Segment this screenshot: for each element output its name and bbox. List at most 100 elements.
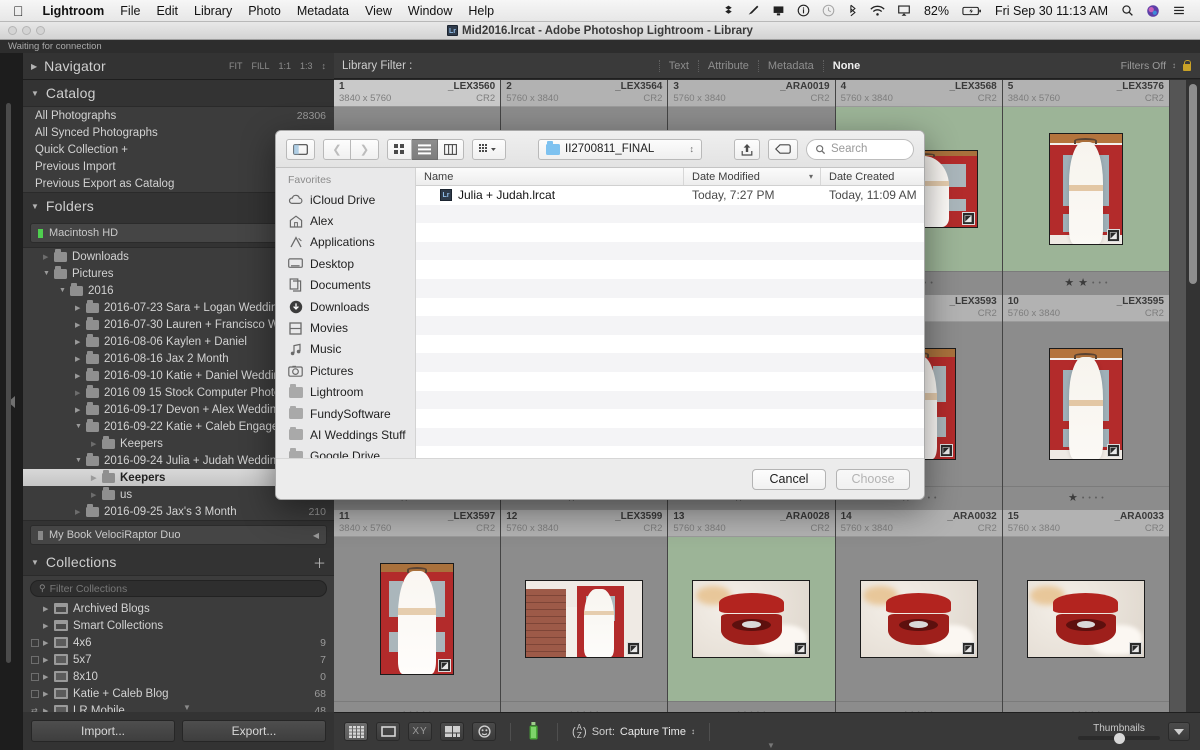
airplay-icon[interactable] <box>891 4 917 17</box>
navigator-header[interactable]: ▶ Navigator FIT FILL 1:1 1:3 ↕ <box>23 53 334 79</box>
left-panel-scrollbar[interactable] <box>6 103 11 663</box>
grid-cell[interactable]: 14 _ARA0032 5760 x 3840 CR2 ◪ ••••• <box>835 510 1003 712</box>
menu-item-library[interactable]: Library <box>186 4 240 18</box>
photo-thumbnail[interactable]: ◪ <box>1048 348 1123 460</box>
zoom-fit[interactable]: FIT <box>229 61 243 71</box>
zoom-1-1[interactable]: 1:1 <box>278 61 291 71</box>
finder-sidebar-item[interactable]: Movies <box>276 317 415 338</box>
back-button[interactable]: ❮ <box>323 138 351 160</box>
develop-badge-icon[interactable]: ◪ <box>961 642 975 655</box>
disclosure-triangle-icon[interactable]: ▶ <box>91 440 102 448</box>
filter-collections-input[interactable]: ⚲ Filter Collections <box>30 580 327 597</box>
plus-icon[interactable]: ＋ <box>313 553 326 572</box>
develop-badge-icon[interactable]: ◪ <box>1106 229 1120 242</box>
photo-thumbnail[interactable]: ◪ <box>1026 580 1145 658</box>
cell-rating[interactable]: ★ ★ • • • <box>1002 271 1169 295</box>
collection-checkbox[interactable] <box>31 638 39 647</box>
disclosure-triangle-icon[interactable]: ▶ <box>43 622 54 630</box>
left-panel-collapse-handle[interactable] <box>0 53 22 750</box>
library-filter-tab-metadata[interactable]: Metadata <box>757 59 823 72</box>
choose-button[interactable]: Choose <box>836 468 910 490</box>
disclosure-triangle-icon[interactable]: ▶ <box>75 508 86 516</box>
star-empty-icon[interactable]: • <box>1101 493 1103 504</box>
develop-badge-icon[interactable]: ◪ <box>438 659 452 672</box>
display-icon[interactable] <box>766 4 791 17</box>
path-stepper-icon[interactable]: ↕ <box>690 144 695 154</box>
photo-thumbnail[interactable]: ◪ <box>859 580 978 658</box>
cell-thumbnail-area[interactable]: ◪ <box>334 537 501 701</box>
cell-rating[interactable]: ••••• <box>668 701 835 712</box>
chevron-left-icon[interactable]: ◀ <box>313 531 319 540</box>
folder-tree-item[interactable]: ▶ 2016-09-25 Jax's 3 Month 210 <box>23 503 334 520</box>
star-empty-icon[interactable]: • <box>934 493 936 504</box>
import-button[interactable]: Import... <box>31 720 175 742</box>
library-filter-tab-text[interactable]: Text <box>658 59 698 72</box>
grid-cell[interactable]: 10 _LEX3595 5760 x 3840 CR2 ◪ ★ • • • • <box>1002 295 1170 510</box>
sort-stepper-icon[interactable]: ↕ <box>691 727 695 736</box>
star-empty-icon[interactable]: • <box>1092 278 1094 289</box>
finder-sidebar-item[interactable]: Music <box>276 339 415 360</box>
disclosure-triangle-icon[interactable]: ▶ <box>43 605 54 613</box>
grid-scrollbar-thumb[interactable] <box>1189 84 1197 284</box>
star-filled-icon[interactable]: ★ <box>1078 278 1088 289</box>
cell-rating[interactable]: ••••• <box>1002 701 1169 712</box>
catalog-header[interactable]: ▼ Catalog <box>23 80 334 106</box>
column-header-date-created[interactable]: Date Created <box>821 168 924 185</box>
minimize-button[interactable] <box>22 26 31 35</box>
zoom-fill[interactable]: FILL <box>251 61 269 71</box>
cell-thumbnail-area[interactable]: ◪ <box>835 537 1002 701</box>
list-view-icon[interactable] <box>412 138 438 160</box>
maximize-button[interactable] <box>36 26 45 35</box>
cell-rating[interactable]: ••••• <box>501 701 668 712</box>
disclosure-triangle-icon[interactable]: ▶ <box>43 253 54 261</box>
disclosure-triangle-icon[interactable]: ▶ <box>43 690 54 698</box>
disclosure-triangle-icon[interactable]: ▶ <box>91 491 102 499</box>
cell-rating[interactable]: ★ • • • • <box>1002 486 1169 510</box>
menu-item-metadata[interactable]: Metadata <box>289 4 357 18</box>
collection-item[interactable]: ▶ Archived Blogs <box>23 600 334 617</box>
disclosure-triangle-icon[interactable]: ▶ <box>75 372 86 380</box>
grid-view-icon[interactable] <box>344 722 368 741</box>
bluetooth-icon[interactable] <box>841 4 864 17</box>
catalog-item[interactable]: All Photographs 28306 <box>23 107 334 124</box>
finder-sidebar-item[interactable]: Downloads <box>276 296 415 317</box>
finder-file-row[interactable]: Lr Julia + Judah.lrcat Today, 7:27 PM Today… <box>416 186 924 205</box>
filters-state-label[interactable]: Filters Off <box>1121 60 1166 72</box>
finder-sidebar-item[interactable]: Alex <box>276 210 415 231</box>
photo-thumbnail[interactable]: ◪ <box>692 580 811 658</box>
disclosure-triangle-icon[interactable]: ▼ <box>59 287 70 294</box>
photo-thumbnail[interactable]: ◪ <box>525 580 644 658</box>
cell-thumbnail-area[interactable]: ◪ <box>1002 537 1169 701</box>
column-view-icon[interactable] <box>438 138 464 160</box>
info-icon[interactable] <box>791 4 816 17</box>
panel-resize-grip[interactable]: ▼ <box>183 703 191 712</box>
people-view-icon[interactable] <box>472 722 496 741</box>
cell-thumbnail-area[interactable]: ◪ <box>501 537 668 701</box>
finder-sidebar-item[interactable]: FundySoftware <box>276 403 415 424</box>
star-empty-icon[interactable]: • <box>928 493 930 504</box>
collections-header[interactable]: ▼ Collections ＋ <box>23 549 334 575</box>
finder-search-input[interactable]: Search <box>806 138 914 160</box>
star-empty-icon[interactable]: • <box>1088 493 1090 504</box>
slider-track[interactable] <box>1078 733 1160 744</box>
develop-badge-icon[interactable]: ◪ <box>939 444 953 457</box>
disclosure-triangle-icon[interactable]: ▼ <box>75 423 86 430</box>
star-empty-icon[interactable]: • <box>1095 493 1097 504</box>
menu-item-photo[interactable]: Photo <box>240 4 289 18</box>
arrange-icon[interactable] <box>472 138 506 160</box>
finder-sidebar-item[interactable]: Pictures <box>276 360 415 381</box>
cell-thumbnail-area[interactable]: ◪ <box>668 537 835 701</box>
develop-badge-icon[interactable]: ◪ <box>961 212 975 225</box>
grid-cell[interactable]: 11 _LEX3597 3840 x 5760 CR2 ◪ ••••• <box>334 510 502 712</box>
filmstrip-grip[interactable]: ▼ <box>767 741 775 750</box>
library-filter-tab-none[interactable]: None <box>822 59 870 72</box>
collection-checkbox[interactable] <box>31 689 39 698</box>
photo-thumbnail[interactable]: ◪ <box>1048 133 1123 245</box>
volume-my-book[interactable]: My Book VelociRaptor Duo ◀ <box>30 525 327 545</box>
star-filled-icon[interactable]: ★ <box>1068 493 1078 504</box>
star-empty-icon[interactable]: • <box>1098 278 1100 289</box>
zoom-1-3[interactable]: 1:3 <box>300 61 313 71</box>
collection-checkbox[interactable] <box>31 655 39 664</box>
disclosure-triangle-icon[interactable]: ▶ <box>91 474 102 482</box>
spray-can-icon[interactable] <box>525 721 543 742</box>
